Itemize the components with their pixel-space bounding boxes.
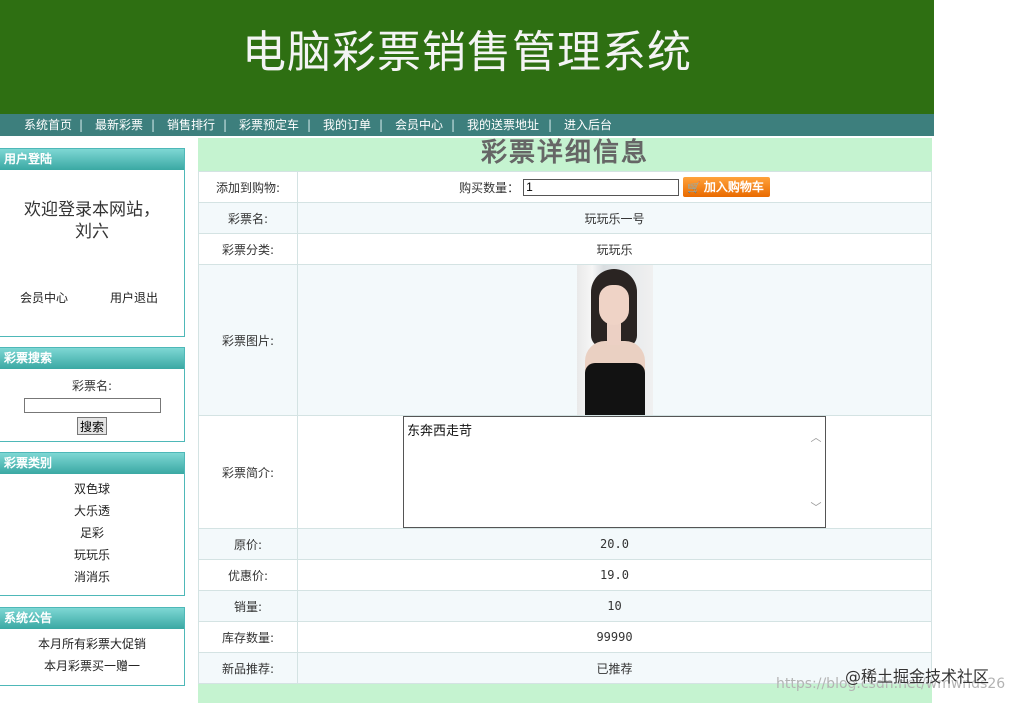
new-label: 新品推荐: [198,652,298,684]
stock-label: 库存数量: [198,621,298,653]
sales-label: 销量: [198,590,298,622]
lottery-image [576,265,653,415]
category-box-title: 彩票类别 [0,453,184,474]
member-center-link[interactable]: 会员中心 [20,289,68,306]
nav-separator: | [223,118,228,132]
discount-label: 优惠价: [198,559,298,591]
intro-cell: 东奔西走苛 ︿ ﹀ [297,415,932,529]
category-item[interactable]: 大乐透 [0,500,184,522]
add-to-cart-button[interactable]: 🛒 加入购物车 [683,177,770,197]
chevron-up-icon[interactable]: ︿ [809,429,823,445]
top-nav: 系统首页 | 最新彩票 | 销售排行 | 彩票预定车 | 我的订单 | 会员中心… [0,114,934,136]
detail-table: 添加到购物: 购买数量：🛒加入购物车 彩票名: 玩玩乐一号 彩票分类: 玩玩乐 … [198,171,932,684]
category-item[interactable]: 足彩 [0,522,184,544]
login-box: 用户登陆 欢迎登录本网站， 刘六 会员中心 用户退出 [0,148,185,337]
quantity-input[interactable] [523,178,680,196]
discount-value: 19.0 [297,559,932,591]
intro-label: 彩票简介: [198,415,298,529]
category-item[interactable]: 双色球 [0,478,184,500]
site-watermark: @稀土掘金技术社区 [845,667,990,686]
table-row: 彩票名: 玩玩乐一号 [198,202,932,234]
site-header: 电脑彩票销售管理系统 [0,0,934,114]
table-row: 销量: 10 [198,590,932,622]
table-row: 原价: 20.0 [198,528,932,560]
price-label: 原价: [198,528,298,560]
login-box-title: 用户登陆 [0,149,184,170]
sales-value: 10 [297,590,932,622]
add-to-cart-label: 加入购物车 [703,180,764,194]
nav-my-orders[interactable]: 我的订单 [323,114,371,136]
intro-text: 东奔西走苛 [407,424,473,439]
price-value: 20.0 [297,528,932,560]
table-row: 优惠价: 19.0 [198,559,932,591]
nav-reservation-cart[interactable]: 彩票预定车 [239,114,299,136]
category-label: 彩票分类: [198,233,298,265]
table-row: 添加到购物: 购买数量： 🛒加入购物车 [198,171,932,203]
quantity-label: 购买数量： [459,180,520,195]
notice-item[interactable]: 本月彩票买一赠一 [0,655,184,677]
nav-separator: | [379,118,384,132]
nav-separator: | [451,118,456,132]
cart-cell: 购买数量： 🛒加入购物车 [297,171,932,203]
cart-label: 添加到购物: [198,171,298,203]
category-item[interactable]: 消消乐 [0,566,184,588]
nav-latest[interactable]: 最新彩票 [95,114,143,136]
main-content: 彩票详细信息 添加到购物: 购买数量： 🛒加入购物车 彩票名: 玩玩乐一号 彩票分… [198,138,932,703]
search-label: 彩票名: [71,379,113,393]
category-value: 玩玩乐 [297,233,932,265]
nav-separator: | [151,118,156,132]
category-item[interactable]: 玩玩乐 [0,544,184,566]
category-box: 彩票类别 双色球 大乐透 足彩 玩玩乐 消消乐 [0,452,185,596]
search-box-title: 彩票搜索 [0,348,184,369]
username: 刘六 [75,222,109,242]
nav-delivery-address[interactable]: 我的送票地址 [467,114,539,136]
nav-separator: | [79,118,84,132]
nav-separator: | [307,118,312,132]
site-title: 电脑彩票销售管理系统 [242,27,692,78]
name-value: 玩玩乐一号 [297,202,932,234]
nav-separator: | [548,118,553,132]
name-label: 彩票名: [198,202,298,234]
notice-box-title: 系统公告 [0,608,184,629]
nav-admin[interactable]: 进入后台 [564,114,612,136]
search-box: 彩票搜索 彩票名: 搜索 [0,347,185,442]
table-row: 彩票分类: 玩玩乐 [198,233,932,265]
table-row: 库存数量: 99990 [198,621,932,653]
welcome-line: 欢迎登录本网站， [24,200,160,220]
image-cell [297,264,932,416]
chevron-down-icon[interactable]: ﹀ [809,499,823,515]
logout-link[interactable]: 用户退出 [110,289,158,306]
intro-textarea[interactable]: 东奔西走苛 ︿ ﹀ [403,416,826,528]
nav-member-center[interactable]: 会员中心 [395,114,443,136]
nav-ranking[interactable]: 销售排行 [167,114,215,136]
cart-icon: 🛒 [687,181,701,194]
search-input[interactable] [23,398,161,413]
notice-box: 系统公告 本月所有彩票大促销 本月彩票买一赠一 [0,607,185,686]
welcome-message: 欢迎登录本网站， 刘六 [0,199,184,243]
notice-item[interactable]: 本月所有彩票大促销 [0,633,184,655]
page-title: 彩票详细信息 [480,138,649,168]
nav-home[interactable]: 系统首页 [24,114,72,136]
stock-value: 99990 [297,621,932,653]
table-row: 彩票图片: [198,264,932,416]
search-button[interactable]: 搜索 [76,417,107,435]
image-label: 彩票图片: [198,264,298,416]
table-row: 彩票简介: 东奔西走苛 ︿ ﹀ [198,415,932,529]
